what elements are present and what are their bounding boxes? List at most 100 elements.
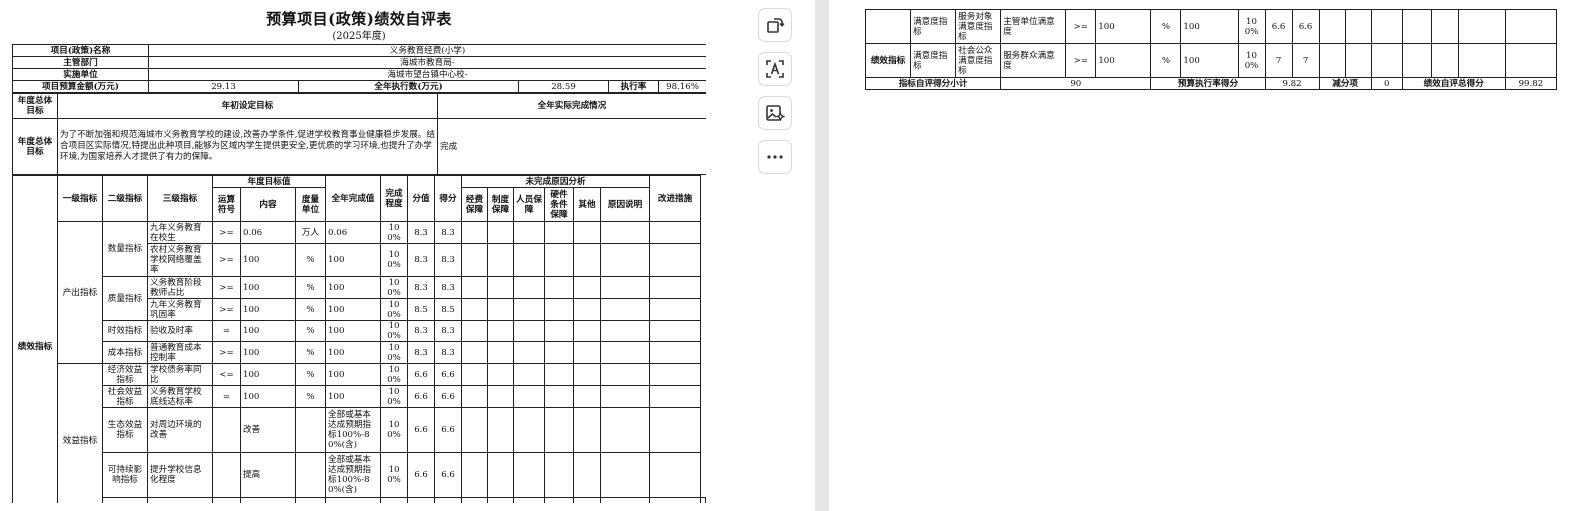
l1-satisfaction: 满意度指标	[910, 43, 957, 78]
actual-goal-text: 完成	[437, 118, 706, 175]
l3-cell: 义务教育阶段教师占比	[147, 276, 213, 299]
op-cell	[212, 407, 241, 453]
perf-label-p2: 绩效指标	[864, 43, 912, 78]
op-cell: >=	[212, 298, 241, 321]
subtotal-value: 90	[1000, 77, 1152, 90]
degree-cell: 100%	[380, 452, 409, 498]
indicators-table: 绩效指标 一级指标 二级指标 三级指标 年度目标值 全年完成值 完成程度 分值 …	[12, 175, 706, 503]
actual-cell: 100	[325, 385, 382, 408]
table-row: 绩效指标 满意度指标 社会公众满意度指标 服务群众满意度 >= 100 % 10…	[864, 43, 1558, 78]
table-row: 满意度指标 服务对象满意度指标 主管单位满意度 >= 100 % 100 100…	[864, 9, 1558, 44]
l1-header: 一级指标	[57, 175, 103, 222]
content-cell: 改善	[240, 407, 296, 453]
table-row: 时效指标 验收及时率 = 100 % 100 100% 8.3 8.3	[13, 320, 706, 342]
op-cell: <=	[212, 363, 241, 386]
degree-cell: 100%	[380, 363, 409, 386]
score-cell: 6.6	[434, 385, 463, 408]
reason-r2: 制度保障	[487, 187, 515, 222]
degree-cell: 100%	[380, 243, 409, 277]
degree-cell: 100%	[380, 221, 409, 244]
rotate-icon	[767, 18, 785, 33]
document-page-1: 预算项目(政策)绩效自评表 (2025年度) 项目(政策)名称 义务教育经费(小…	[12, 8, 706, 503]
actual-cell: 0.06	[325, 221, 382, 244]
document-page-2: 满意度指标 服务对象满意度指标 主管单位满意度 >= 100 % 100 100…	[864, 9, 1559, 90]
l2-time: 时效指标	[102, 320, 148, 342]
l3-cell: 学校债务率同比	[147, 363, 213, 386]
text-recognition-icon	[766, 60, 784, 78]
op-cell: >=	[1065, 43, 1097, 78]
degree-cell: 100%	[380, 385, 409, 408]
l2-eco: 生态效益指标	[102, 407, 148, 453]
full-score-cell: 8.3	[407, 276, 436, 299]
content-cell: 提高	[240, 452, 296, 498]
unit-cell: %	[1150, 43, 1182, 78]
op-cell: >=	[1065, 9, 1097, 44]
degree-cell: 100%	[380, 320, 409, 342]
text-recognition-button[interactable]	[758, 52, 792, 86]
image-ai-button[interactable]	[758, 96, 792, 130]
content-cell: 0.06	[240, 221, 296, 244]
actual-cell: 100	[325, 363, 382, 386]
op-cell: >=	[212, 276, 241, 299]
more-button[interactable]	[758, 140, 792, 174]
budget-rate-label: 预算执行率得分	[1150, 77, 1266, 90]
dept-label: 主管部门	[12, 56, 149, 69]
l2-cell: 社会公众满意度指标	[955, 43, 1002, 78]
op-header: 运算符号	[212, 187, 241, 222]
l1-benefit: 效益指标	[57, 363, 103, 503]
actual-header: 全年完成值	[325, 175, 382, 222]
l3-cell: 主管单位满意度	[1000, 9, 1067, 44]
full-score-cell: 8.3	[407, 221, 436, 244]
full-score-cell: 6.6	[407, 452, 436, 498]
degree-cell: 100%	[380, 298, 409, 321]
degree-cell: 100%	[380, 341, 409, 364]
budget-rate-value: 9.82	[1264, 77, 1320, 90]
score-cell: 8.3	[434, 341, 463, 364]
actual-cell: 全部或基本达成预期指标100%-80%(含)	[325, 407, 382, 453]
l2-cost: 成本指标	[102, 341, 148, 364]
op-cell: >=	[212, 221, 241, 244]
l2-econ: 经济效益指标	[102, 363, 148, 386]
degree-cell: 100%	[1237, 43, 1266, 78]
unit-cell: %	[294, 298, 327, 321]
l3-cell: 提升学校信息化程度	[147, 452, 213, 498]
actual-cell: 100	[325, 276, 382, 299]
document-title: 预算项目(政策)绩效自评表	[266, 10, 452, 28]
summary-row: 指标自评得分小计 90 预算执行率得分 9.82 减分项 0 绩效自评总得分 9…	[864, 77, 1558, 90]
actual-cell: 100	[325, 320, 382, 342]
goals-label: 年度总体目标	[12, 93, 58, 119]
score-cell: 6.6	[434, 407, 463, 453]
full-score-cell: 6.6	[407, 407, 436, 453]
l2-header: 二级指标	[102, 175, 148, 222]
table-row: 可持续影响指标 提升学校信息化程度 提高 全部或基本达成预期指标100%-80%…	[13, 452, 706, 498]
table-row: 质量指标 义务教育阶段教师占比 >= 100 % 100 100% 8.3 8.…	[13, 276, 706, 321]
unit-cell: %	[294, 385, 327, 408]
actual-goal-header: 全年实际完成情况	[437, 93, 706, 119]
info-table: 项目(政策)名称 义务教育经费(小学) 主管部门 海城市教育局- 实施单位 海城…	[12, 44, 706, 93]
table-row: 效益指标 经济效益指标 学校债务率同比 <= 100 % 100 100% 6.…	[13, 363, 706, 503]
score-cell: 8.3	[434, 243, 463, 277]
unit-cell	[294, 407, 327, 453]
score-cell: 8.3	[434, 276, 463, 299]
unit-cell: %	[294, 243, 327, 277]
table-row: 社会效益指标 义务教育学校底线达标率 = 100 % 100 100% 6.6 …	[13, 385, 706, 408]
degree-cell: 100%	[1237, 9, 1266, 44]
l3-header: 三级指标	[147, 175, 213, 222]
score-header: 得分	[434, 175, 463, 222]
initial-goal-header: 年初设定目标	[57, 93, 438, 119]
actual-cell: 100	[1180, 9, 1239, 44]
degree-cell: 100%	[380, 276, 409, 299]
page-gutter	[815, 0, 829, 511]
content-cell: 100	[1095, 9, 1152, 44]
content-cell: 100	[240, 320, 296, 342]
content-cell: 100	[240, 276, 296, 299]
rotate-button[interactable]	[758, 8, 792, 42]
reason-r3: 人员保障	[513, 187, 546, 222]
degree-cell: 100%	[380, 407, 409, 453]
content-cell: 100	[1095, 43, 1152, 78]
unit-cell: %	[294, 320, 327, 342]
l1-satisfaction: 满意度指标	[910, 9, 957, 44]
op-cell	[212, 452, 241, 498]
unit-label: 实施单位	[12, 68, 149, 81]
deduct-value: 0	[1370, 77, 1403, 90]
